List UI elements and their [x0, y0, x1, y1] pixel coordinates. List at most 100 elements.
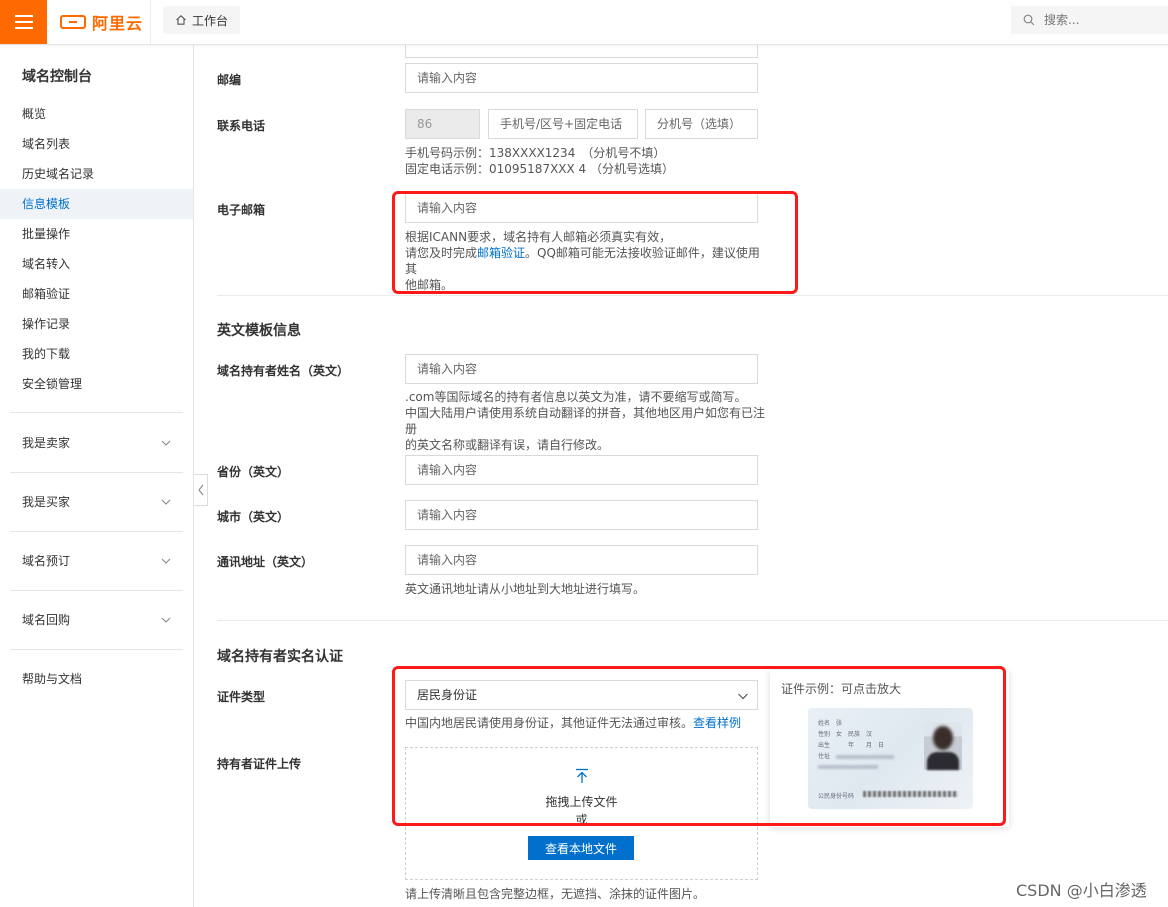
id-type-hint: 中国内地居民请使用身份证，其他证件无法通过审核。查看样例	[405, 715, 741, 731]
aliyun-logo-icon	[60, 15, 86, 29]
id-card-field-value: 年 月 日	[836, 742, 885, 749]
id-card-field-key: 出生	[818, 742, 831, 749]
previous-field-partial[interactable]	[405, 44, 758, 58]
id-card-field-key: 姓名	[818, 720, 831, 727]
email-hint-line1: 根据ICANN要求，域名持有人邮箱必须真实有效，	[405, 230, 672, 244]
phone-hint-mobile: 手机号码示例：138XXXX1234 （分机号不填）	[405, 146, 666, 160]
section-divider	[217, 620, 1168, 621]
hamburger-menu-button[interactable]	[0, 0, 47, 44]
sidebar-item-info-template[interactable]: 信息模板	[0, 189, 193, 219]
phone-hint-landline: 固定电话示例：01095187XXX 4 （分机号选填）	[405, 162, 675, 176]
upload-arrow-icon	[576, 768, 588, 783]
id-example-panel[interactable]: 证件示例：可点击放大 姓名 张 性别 女 民族 汉 出生 年 月 日 住址 公民…	[770, 670, 1009, 827]
top-separator	[150, 0, 151, 44]
email-hint-text: 请您及时完成	[405, 246, 478, 260]
hint-line: .com等国际域名的持有者信息以英文为准，请不要缩写或简写。	[405, 390, 747, 404]
top-bar: 阿里云 工作台	[0, 0, 1168, 45]
id-card-field-key: 性别	[818, 731, 831, 738]
workbench-label: 工作台	[191, 13, 228, 28]
id-card-sample-image[interactable]: 姓名 张 性别 女 民族 汉 出生 年 月 日 住址 公民身份号码	[808, 708, 973, 809]
photo-head	[933, 726, 953, 750]
search-input[interactable]	[1042, 12, 1156, 28]
sidebar-divider	[10, 590, 183, 591]
sidebar-group-domain-buyback[interactable]: 域名回购	[0, 605, 193, 635]
upload-drag-text: 拖拽上传文件	[545, 795, 618, 809]
photo-body	[927, 752, 959, 770]
sidebar-group-buyer[interactable]: 我是买家	[0, 487, 193, 517]
id-example-title: 证件示例：可点击放大	[781, 682, 902, 696]
id-type-select[interactable]: 居民身份证	[405, 680, 758, 710]
upload-hint: 请上传清晰且包含完整边框，无遮挡、涂抹的证件图片。	[405, 887, 706, 901]
chevron-down-icon	[161, 440, 171, 446]
template-form: 邮编 联系电话 手机号码示例：138XXXX1234 （分机号不填） 固定电话示…	[195, 44, 1168, 907]
address-en-input[interactable]	[405, 545, 758, 575]
city-en-input[interactable]	[405, 500, 758, 530]
id-card-photo	[924, 722, 962, 770]
workbench-button[interactable]: 工作台	[163, 6, 240, 34]
email-hint-line2: 请您及时完成邮箱验证。QQ邮箱可能无法接收验证邮件，建议使用其	[405, 245, 765, 277]
id-type-selected-value: 居民身份证	[417, 688, 478, 702]
browse-local-files-button[interactable]: 查看本地文件	[528, 836, 634, 860]
phone-number-input[interactable]	[488, 109, 638, 139]
view-sample-link[interactable]: 查看样例	[693, 716, 741, 730]
phone-label: 联系电话	[217, 119, 266, 133]
upload-label: 持有者证件上传	[217, 757, 302, 771]
sidebar-group-seller[interactable]: 我是卖家	[0, 428, 193, 458]
postcode-input[interactable]	[405, 63, 758, 93]
province-en-input[interactable]	[405, 455, 758, 485]
country-code-input[interactable]	[405, 109, 480, 139]
email-input[interactable]	[405, 193, 758, 223]
id-card-field: 姓名 张	[818, 718, 894, 729]
sidebar-item-my-downloads[interactable]: 我的下载	[0, 339, 193, 369]
id-card-field-key: 住址	[818, 753, 831, 760]
city-en-label: 城市（英文）	[217, 510, 290, 524]
id-type-label: 证件类型	[217, 690, 266, 704]
menu-line	[14, 15, 33, 17]
email-hint-line3: 他邮箱。	[405, 278, 454, 292]
sidebar-group-label: 域名回购	[22, 613, 71, 627]
chevron-down-icon	[161, 617, 171, 623]
blurred-id-number	[863, 791, 958, 797]
holder-name-en-input[interactable]	[405, 354, 758, 384]
menu-line	[14, 21, 33, 23]
id-card-field: 住址	[818, 751, 895, 762]
sidebar-group-domain-reserve[interactable]: 域名预订	[0, 546, 193, 576]
sidebar-item-operation-log[interactable]: 操作记录	[0, 309, 193, 339]
home-icon	[176, 15, 186, 25]
logo-text: 阿里云	[92, 14, 144, 33]
sidebar-item-email-verification[interactable]: 邮箱验证	[0, 279, 193, 309]
sidebar-collapse-toggle[interactable]	[194, 474, 208, 506]
sidebar-item-overview[interactable]: 概览	[0, 99, 193, 129]
hint-line: 的英文名称或翻译有误，请自行修改。	[405, 438, 610, 452]
sidebar-item-history-domains[interactable]: 历史域名记录	[0, 159, 193, 189]
id-type-hint-text: 中国内地居民请使用身份证，其他证件无法通过审核。	[405, 716, 694, 730]
global-search[interactable]	[1011, 6, 1168, 34]
sidebar-item-help-docs[interactable]: 帮助与文档	[0, 664, 193, 694]
chevron-down-icon	[161, 499, 171, 505]
sidebar: 域名控制台 概览 域名列表 历史域名记录 信息模板 批量操作 域名转入 邮箱验证…	[0, 44, 194, 907]
sidebar-item-security-lock[interactable]: 安全锁管理	[0, 369, 193, 399]
province-en-label: 省份（英文）	[217, 465, 290, 479]
blurred-address	[818, 765, 878, 769]
menu-line	[14, 27, 33, 29]
csdn-watermark: CSDN @小白渗透	[1016, 881, 1147, 900]
sidebar-item-batch-operations[interactable]: 批量操作	[0, 219, 193, 249]
chevron-left-icon	[197, 484, 203, 496]
sidebar-divider	[10, 649, 183, 650]
sidebar-item-domain-list[interactable]: 域名列表	[0, 129, 193, 159]
id-card-field-value: 张	[836, 720, 843, 727]
address-en-label: 通讯地址（英文）	[217, 555, 314, 569]
aliyun-logo[interactable]: 阿里云	[60, 0, 143, 44]
chevron-down-icon	[738, 693, 748, 700]
english-section-title: 英文模板信息	[217, 323, 301, 339]
sidebar-item-domain-transfer[interactable]: 域名转入	[0, 249, 193, 279]
id-card-number-label: 公民身份号码	[818, 793, 855, 800]
blurred-address	[836, 754, 895, 759]
upload-dropzone[interactable]: 拖拽上传文件 或 查看本地文件	[405, 747, 758, 880]
id-card-field: 出生 年 月 日	[818, 740, 894, 751]
email-label: 电子邮箱	[217, 203, 266, 217]
email-verify-link[interactable]: 邮箱验证	[477, 246, 525, 260]
holder-name-en-hint: .com等国际域名的持有者信息以英文为准，请不要缩写或简写。 中国大陆用户请使用…	[405, 389, 765, 453]
email-hint: 根据ICANN要求，域名持有人邮箱必须真实有效， 请您及时完成邮箱验证。QQ邮箱…	[405, 229, 765, 293]
phone-extension-input[interactable]	[645, 109, 758, 139]
